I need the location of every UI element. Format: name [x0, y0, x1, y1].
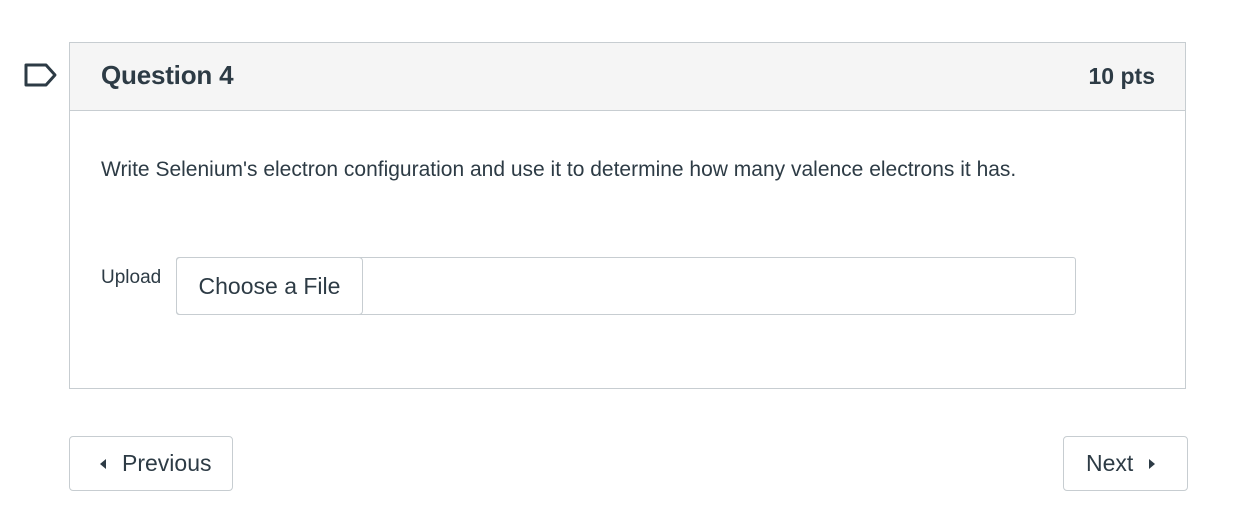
file-upload-field[interactable]: Choose a File	[176, 257, 1076, 315]
question-text: Write Selenium's electron configuration …	[101, 158, 1017, 181]
next-label: Next	[1086, 450, 1134, 476]
flag-outline-icon[interactable]	[24, 63, 58, 87]
previous-label: Previous	[122, 450, 212, 476]
caret-right-icon	[1149, 458, 1156, 469]
caret-left-icon	[100, 458, 106, 469]
question-title: Question 4	[101, 60, 234, 90]
quiz-page: Question 4 10 pts Write Selenium's elect…	[0, 0, 1257, 516]
upload-label: Upload	[101, 267, 162, 288]
question-header: Question 4 10 pts	[70, 43, 1185, 111]
previous-button[interactable]: Previous	[69, 436, 233, 491]
next-button[interactable]: Next	[1063, 436, 1188, 491]
question-points: 10 pts	[1088, 63, 1155, 89]
choose-file-button[interactable]: Choose a File	[176, 257, 363, 315]
question-card: Question 4 10 pts Write Selenium's elect…	[69, 42, 1186, 389]
